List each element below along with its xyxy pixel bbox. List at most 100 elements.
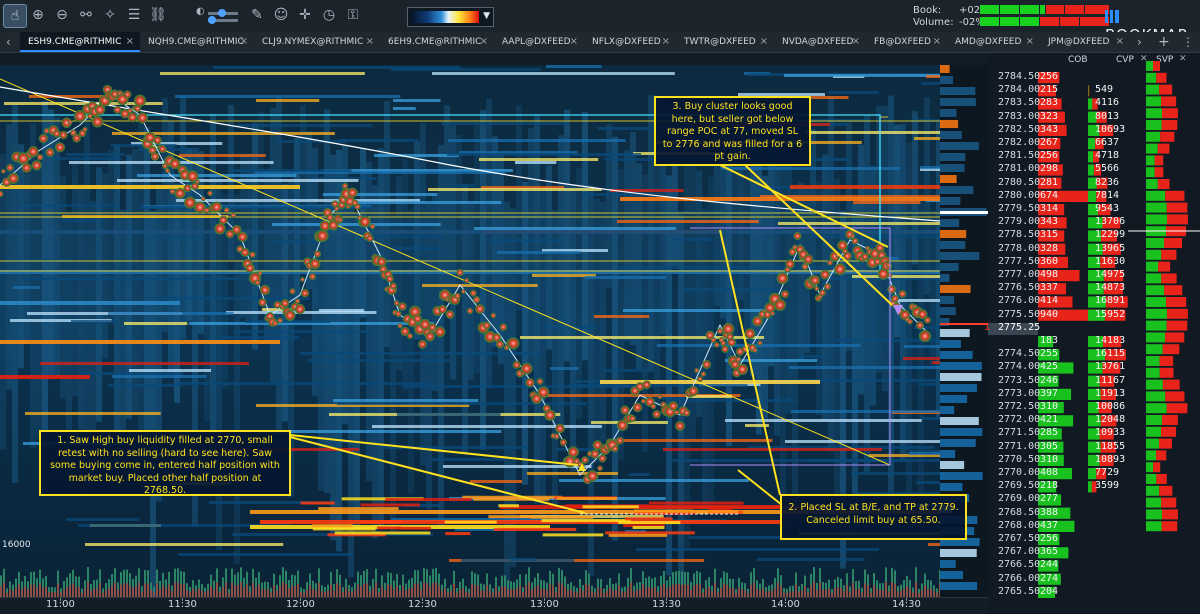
- link-icon: ⛓: [149, 7, 167, 23]
- close-icon[interactable]: ×: [1026, 32, 1034, 52]
- ladder-cvp-value: 14873: [1095, 282, 1126, 294]
- link-button[interactable]: ⛓: [147, 4, 169, 26]
- ladder-row[interactable]: 2768.00 437: [988, 520, 1200, 533]
- ladder-row[interactable]: 2774.50 255 16115: [988, 348, 1200, 361]
- chevron-down-icon: ▼: [483, 11, 490, 21]
- layers-button[interactable]: ☰: [123, 4, 145, 26]
- tab-clj9-nymex-rithmic[interactable]: CLJ9.NYMEX@RITHMIC ×: [254, 32, 380, 52]
- close-icon[interactable]: ×: [366, 32, 374, 52]
- close-icon[interactable]: ×: [1116, 32, 1124, 52]
- ladder-row[interactable]: 2775.25: [988, 322, 1200, 335]
- tab-fb-dxfeed[interactable]: FB@DXFEED ×: [866, 32, 947, 52]
- tab-nqh9-cme-rithmic[interactable]: NQH9.CME@RITHMIC ×: [140, 32, 254, 52]
- ladder-row[interactable]: 2783.50 283 4116: [988, 97, 1200, 110]
- close-icon[interactable]: ×: [126, 32, 134, 52]
- annotation-note-1[interactable]: 1. Saw High buy liquidity filled at 2770…: [39, 430, 291, 496]
- ladder-row[interactable]: 2766.50 244: [988, 559, 1200, 572]
- ladder-row[interactable]: 2775.50 940 15952: [988, 309, 1200, 322]
- ladder-row[interactable]: 2784.00 215 549: [988, 84, 1200, 97]
- zoom-out-button[interactable]: ⊖: [51, 4, 73, 26]
- tab-jpm-dxfeed[interactable]: JPM@DXFEED ×: [1040, 32, 1130, 52]
- zoom-in-button[interactable]: ⊕: [27, 4, 49, 26]
- close-icon[interactable]: ×: [662, 32, 670, 52]
- ladder-row[interactable]: 2769.00 277: [988, 493, 1200, 506]
- ladder-cvp-value: 5566: [1095, 163, 1120, 175]
- ladder-cob-size: 256: [1040, 533, 1059, 544]
- tab-amd-dxfeed[interactable]: AMD@DXFEED ×: [947, 32, 1040, 52]
- heatmap-palette-select[interactable]: ▼: [407, 7, 494, 27]
- close-icon[interactable]: ×: [933, 32, 941, 52]
- ladder-row[interactable]: 2779.00 343 13706: [988, 216, 1200, 229]
- ladder-row[interactable]: 2770.50 310 10893: [988, 454, 1200, 467]
- ladder-row[interactable]: 2780.00 674 7814: [988, 190, 1200, 203]
- ladder-price: 2766.50: [998, 559, 1041, 571]
- ladder-row[interactable]: 2778.50 315 12299: [988, 229, 1200, 242]
- heatmap-contrast-slider[interactable]: ◐: [196, 6, 240, 24]
- ladder-row[interactable]: 2781.50 256 4718: [988, 150, 1200, 163]
- chat-button[interactable]: ☺: [270, 4, 292, 26]
- ladder-row[interactable]: 2767.00 365: [988, 546, 1200, 559]
- ladder-row[interactable]: 2782.00 267 6637: [988, 137, 1200, 150]
- ladder-row[interactable]: 2784.50 256: [988, 71, 1200, 84]
- ladder-row[interactable]: 2778.00 328 13965: [988, 243, 1200, 256]
- ladder-row[interactable]: 2783.00 323 8013: [988, 111, 1200, 124]
- ladder-row[interactable]: 2773.00 397 11913: [988, 388, 1200, 401]
- tab-scroll-right-button[interactable]: ›: [1137, 32, 1142, 52]
- tab-scroll-left-button[interactable]: ‹: [6, 32, 11, 52]
- ladder-price: 2779.00: [998, 216, 1041, 228]
- ladder-row[interactable]: 2765.50 204: [988, 586, 1200, 599]
- ladder-row[interactable]: 2771.50 285 10933: [988, 427, 1200, 440]
- magic-wand-button[interactable]: ✧: [99, 4, 121, 26]
- crosshair-button[interactable]: ✛: [294, 4, 316, 26]
- ladder-row[interactable]: 2770.00 408 7729: [988, 467, 1200, 480]
- ladder-row[interactable]: 2767.50 256: [988, 533, 1200, 546]
- time-axis[interactable]: 11:00 11:30 12:00 12:30 13:00 13:30 14:00 14:30: [0, 597, 988, 614]
- ladder-row[interactable]: 2776.00 414 16891: [988, 295, 1200, 308]
- tab-aapl-dxfeed[interactable]: AAPL@DXFEED ×: [494, 32, 584, 52]
- tab-twtr-dxfeed[interactable]: TWTR@DXFEED ×: [676, 32, 774, 52]
- ladder-row[interactable]: 2779.50 314 9543: [988, 203, 1200, 216]
- tab-nflx-dxfeed[interactable]: NFLX@DXFEED ×: [584, 32, 676, 52]
- close-icon[interactable]: ×: [570, 32, 578, 52]
- ladder-price: 2782.50: [998, 123, 1041, 135]
- tab-esh9-cme-rithmic[interactable]: ESH9.CME@RITHMIC ×: [20, 32, 140, 52]
- instrument-tab-bar: ‹ ESH9.CME@RITHMIC × NQH9.CME@RITHMIC × CLJ9…: [0, 32, 1200, 53]
- ladder-row[interactable]: 2776.50 337 14873: [988, 282, 1200, 295]
- ladder-row[interactable]: 2772.00 421 12048: [988, 414, 1200, 427]
- ladder-row[interactable]: 2777.00 498 14975: [988, 269, 1200, 282]
- ladder-price: 2765.50: [998, 585, 1041, 597]
- timer-button[interactable]: ◷: [318, 4, 340, 26]
- ladder-row[interactable]: 2780.50 281 8236: [988, 177, 1200, 190]
- ladder-row[interactable]: 2782.50 343 10693: [988, 124, 1200, 137]
- ladder-cob-size: 183: [1040, 335, 1059, 346]
- close-icon[interactable]: ×: [240, 32, 248, 52]
- ladder-row[interactable]: 183 14183: [988, 335, 1200, 348]
- ladder-row[interactable]: 2769.50 218 3599: [988, 480, 1200, 493]
- ladder-row[interactable]: 2773.50 246 11167: [988, 375, 1200, 388]
- ladder-row[interactable]: 2774.00 425 13761: [988, 361, 1200, 374]
- share-button[interactable]: ⚯: [75, 4, 97, 26]
- ladder-row[interactable]: 2781.00 298 5566: [988, 163, 1200, 176]
- current-price-marker: 1: [984, 321, 991, 333]
- tab-menu-button[interactable]: ⋮: [1182, 32, 1194, 52]
- ladder-row[interactable]: 2771.00 305 11855: [988, 441, 1200, 454]
- tab-nvda-dxfeed[interactable]: NVDA@DXFEED ×: [774, 32, 866, 52]
- pencil-button[interactable]: ✎: [246, 4, 268, 26]
- lock-button[interactable]: ⚿: [342, 4, 364, 26]
- ladder-row[interactable]: 2772.50 310 10086: [988, 401, 1200, 414]
- pointer-button[interactable]: ☝: [3, 4, 27, 28]
- ladder-price: 2777.50: [998, 255, 1041, 267]
- close-icon[interactable]: ×: [480, 32, 488, 52]
- ladder-cob-size: 314: [1040, 203, 1059, 214]
- ladder-row[interactable]: 2777.50 360 11630: [988, 256, 1200, 269]
- annotation-note-2[interactable]: 2. Placed SL at B/E, and TP at 2779. Can…: [780, 494, 967, 540]
- ladder-price: 2775.25: [998, 321, 1041, 333]
- close-icon[interactable]: ×: [852, 32, 860, 52]
- annotation-note-3[interactable]: 3. Buy cluster looks good here, but sell…: [654, 96, 811, 166]
- close-icon[interactable]: ×: [760, 32, 768, 52]
- tab-6eh9-cme-rithmic[interactable]: 6EH9.CME@RITHMIC ×: [380, 32, 494, 52]
- ladder-cvp-value: 10933: [1095, 427, 1126, 439]
- ladder-row[interactable]: 2768.50 388: [988, 507, 1200, 520]
- ladder-row[interactable]: 2766.00 274: [988, 573, 1200, 586]
- add-tab-button[interactable]: +: [1158, 32, 1170, 52]
